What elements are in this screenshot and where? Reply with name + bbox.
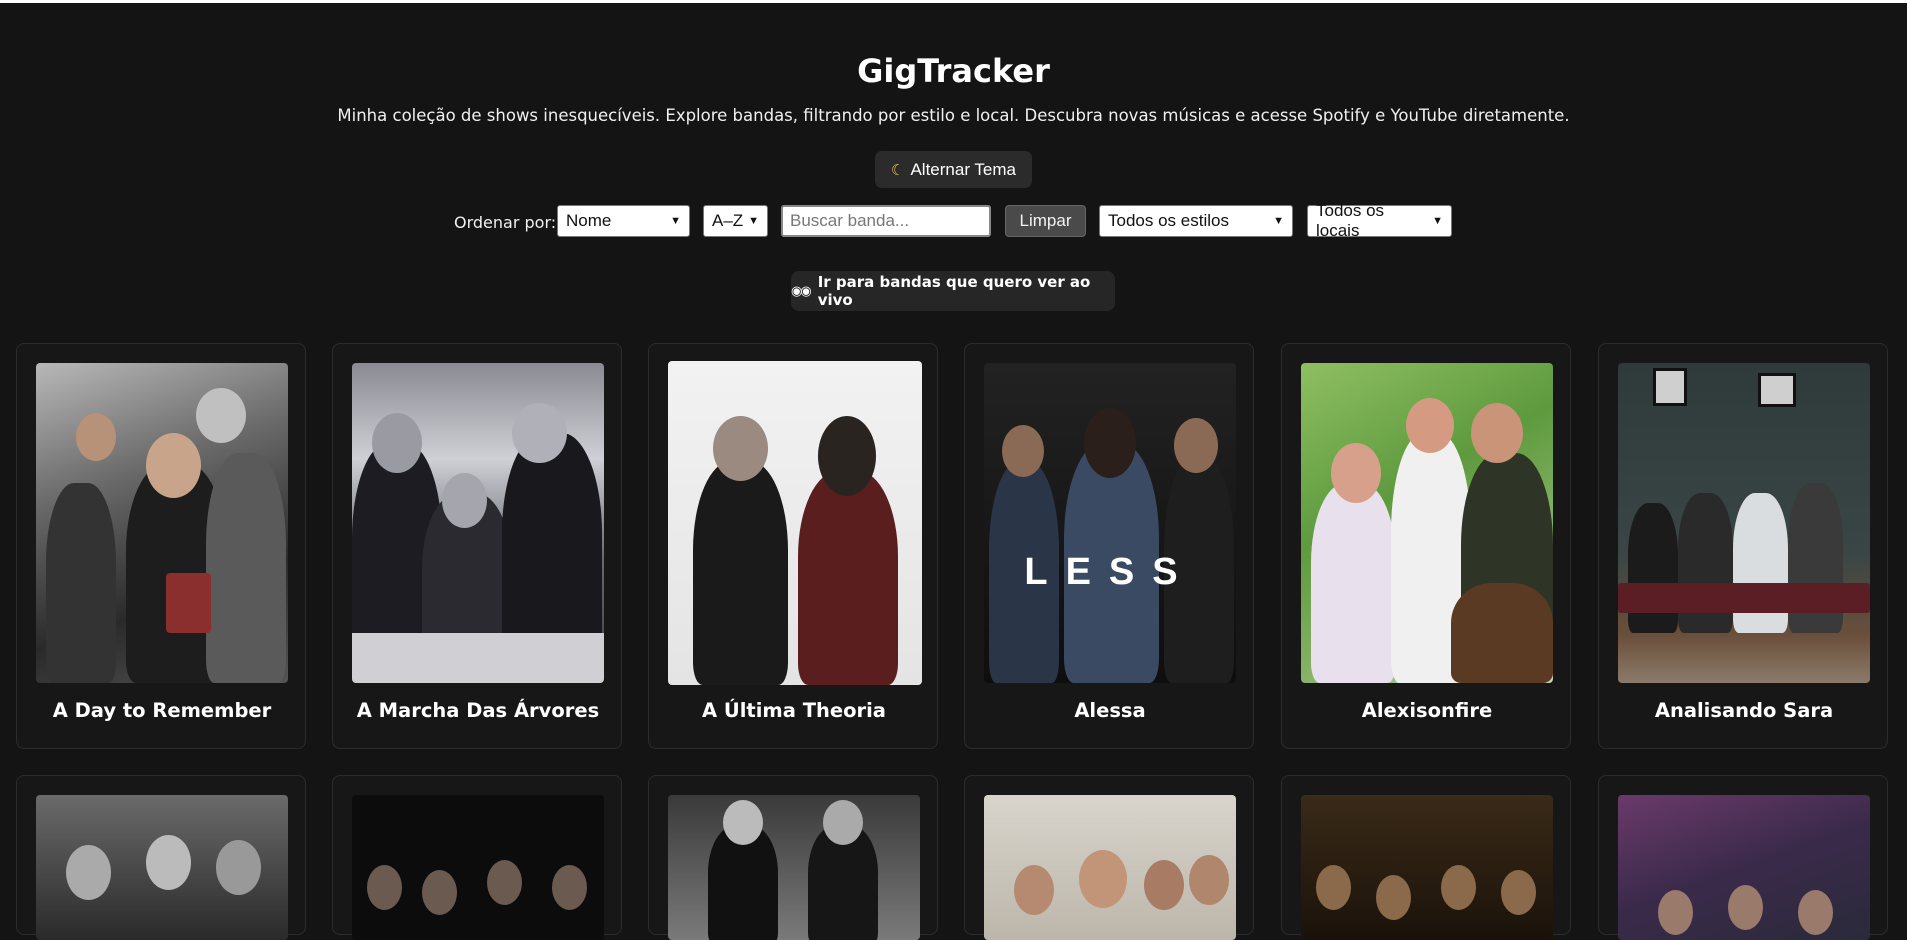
chevron-down-icon: ▼	[748, 215, 759, 227]
band-photo	[352, 363, 604, 683]
band-photo	[1301, 363, 1553, 683]
band-photo	[984, 795, 1236, 940]
sort-label: Ordenar por:	[454, 213, 557, 232]
wishlist-button[interactable]: ◉◉ Ir para bandas que quero ver ao vivo	[791, 271, 1115, 311]
band-card[interactable]	[1598, 775, 1888, 940]
band-name: A Marcha Das Árvores	[356, 699, 600, 722]
band-name: Alessa	[1074, 699, 1146, 722]
band-photo	[668, 795, 920, 940]
band-card[interactable]	[1281, 775, 1571, 940]
clear-label: Limpar	[1019, 211, 1072, 230]
band-photo	[1301, 795, 1553, 940]
clear-button[interactable]: Limpar	[1005, 205, 1086, 237]
band-photo	[352, 795, 604, 940]
band-photo	[36, 795, 288, 940]
chevron-down-icon: ▼	[1432, 215, 1443, 227]
band-card[interactable]	[964, 775, 1254, 940]
band-name: A Day to Remember	[52, 699, 272, 722]
band-photo	[1618, 795, 1870, 940]
style-filter-value: Todos os estilos	[1108, 211, 1229, 230]
band-name: Alexisonfire	[1361, 699, 1493, 722]
toggle-theme-button[interactable]: ☾ Alternar Tema	[875, 151, 1032, 188]
band-name: Analisando Sara	[1654, 699, 1834, 722]
band-card[interactable]: A Marcha Das Árvores	[332, 343, 622, 749]
chevron-down-icon: ▼	[1273, 215, 1284, 227]
band-card[interactable]	[332, 775, 622, 940]
location-filter-select[interactable]: Todos os locais ▼	[1307, 201, 1452, 240]
filter-toolbar: Ordenar por: Nome ▼ A–Z ▼ Buscar banda..…	[0, 201, 1907, 240]
page-subtitle: Minha coleção de shows inesquecíveis. Ex…	[337, 106, 1570, 125]
moon-icon: ☾	[891, 161, 905, 179]
sort-order-value: A–Z	[712, 211, 744, 230]
band-photo	[36, 363, 288, 683]
band-card[interactable]: Analisando Sara	[1598, 343, 1888, 749]
band-card[interactable]: LESS Alessa	[964, 343, 1254, 749]
band-photo	[1618, 363, 1870, 683]
band-logo: LESS	[1024, 551, 1196, 593]
search-placeholder: Buscar banda...	[790, 211, 910, 230]
location-filter-value: Todos os locais	[1316, 201, 1385, 240]
band-card[interactable]: Alexisonfire	[1281, 343, 1571, 749]
band-card[interactable]: A Última Theoria	[648, 343, 938, 749]
band-photo: LESS	[984, 363, 1236, 683]
sort-field-select[interactable]: Nome ▼	[557, 205, 690, 237]
search-input[interactable]: Buscar banda...	[781, 205, 991, 237]
band-card[interactable]	[648, 775, 938, 940]
wishlist-label: Ir para bandas que quero ver ao vivo	[817, 273, 1091, 309]
toggle-theme-label: Alternar Tema	[910, 159, 1016, 179]
sort-order-select[interactable]: A–Z ▼	[703, 205, 768, 237]
top-border	[0, 0, 1907, 3]
sort-field-value: Nome	[566, 211, 612, 230]
band-photo	[668, 361, 922, 685]
page-title: GigTracker	[857, 52, 1050, 90]
style-filter-select[interactable]: Todos os estilos ▼	[1099, 205, 1293, 237]
band-card[interactable]: A Day to Remember	[16, 343, 306, 749]
chevron-down-icon: ▼	[670, 215, 681, 227]
band-name: A Última Theoria	[702, 699, 886, 722]
band-card[interactable]	[16, 775, 306, 940]
eyes-icon: ◉◉	[791, 283, 812, 299]
